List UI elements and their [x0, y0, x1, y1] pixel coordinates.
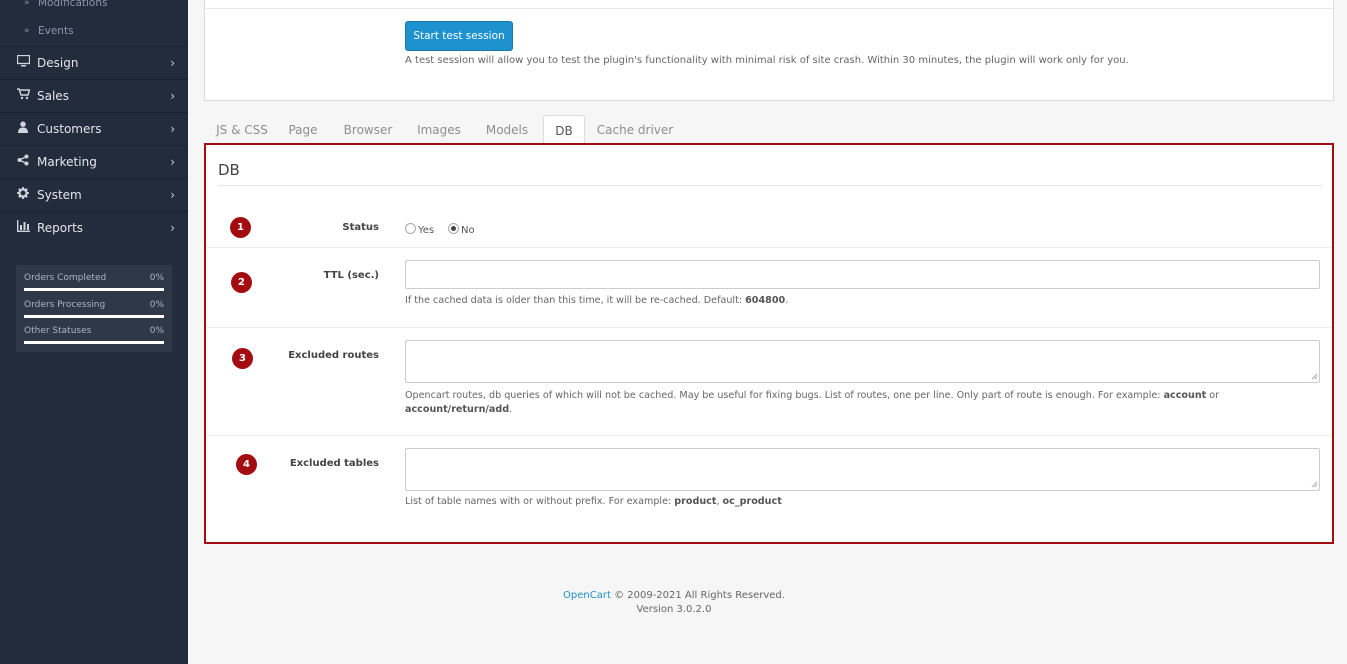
sidebar-item-reports[interactable]: Reports › [0, 211, 188, 244]
stat-orders-processing: Orders Processing 0% [24, 300, 164, 318]
sidebar-subitem-modifications[interactable]: » Modifications [0, 0, 188, 14]
monitor-icon [16, 47, 30, 79]
step-badge: 4 [236, 454, 257, 475]
chevron-right-icon: › [170, 188, 175, 202]
status-label: Status [342, 222, 379, 233]
progress-bar [24, 341, 164, 344]
test-session-panel: Start test session A test session will a… [204, 0, 1334, 101]
step-badge: 1 [230, 217, 251, 238]
excluded-tables-help: List of table names with or without pref… [405, 496, 782, 507]
gear-icon [16, 179, 30, 211]
row-divider [206, 247, 1332, 248]
excluded-tables-textarea[interactable] [405, 448, 1320, 491]
ttl-label: TTL (sec.) [323, 270, 379, 281]
footer: OpenCart © 2009-2021 All Rights Reserved… [563, 590, 785, 615]
start-test-session-button[interactable]: Start test session [405, 21, 513, 51]
tab-db[interactable]: DB [543, 115, 585, 145]
sidebar-item-marketing[interactable]: Marketing › [0, 145, 188, 178]
double-chevron-right-icon: » [24, 0, 30, 8]
ttl-help: If the cached data is older than this ti… [405, 295, 789, 306]
stat-other-statuses: Other Statuses 0% [24, 326, 164, 344]
sidebar-subitem-events[interactable]: » Events [0, 20, 188, 42]
sidebar-item-system[interactable]: System › [0, 178, 188, 211]
version-text: Version 3.0.2.0 [636, 604, 712, 615]
user-icon [16, 113, 30, 145]
row-divider [206, 435, 1332, 436]
excluded-tables-label: Excluded tables [289, 458, 379, 469]
tab-js-css[interactable]: JS & CSS [208, 115, 276, 143]
double-chevron-right-icon: » [24, 26, 30, 36]
sidebar-item-customers[interactable]: Customers › [0, 112, 188, 145]
excluded-routes-textarea[interactable] [405, 340, 1320, 383]
chevron-right-icon: › [170, 221, 175, 235]
chevron-right-icon: › [170, 56, 175, 70]
excluded-routes-help: Opencart routes, db queries of which wil… [405, 390, 1220, 415]
opencart-link[interactable]: OpenCart [563, 590, 611, 601]
progress-bar [24, 288, 164, 291]
bar-chart-icon [16, 212, 30, 244]
section-title: DB [218, 161, 240, 179]
tab-browser[interactable]: Browser [338, 115, 398, 143]
divider [205, 8, 1333, 9]
radio-circle [448, 223, 459, 234]
radio-circle [405, 223, 416, 234]
divider [218, 185, 1322, 186]
db-settings-panel: DB 1 Status Yes No 2 TTL (sec.) If the c… [204, 143, 1334, 544]
tab-cache-driver[interactable]: Cache driver [596, 115, 674, 143]
step-badge: 2 [231, 272, 252, 293]
excluded-routes-label: Excluded routes [288, 350, 379, 361]
sidebar-item-sales[interactable]: Sales › [0, 79, 188, 112]
cart-icon [16, 80, 30, 112]
tab-page[interactable]: Page [282, 115, 324, 143]
share-icon [16, 146, 30, 178]
ttl-input[interactable] [405, 260, 1320, 289]
order-stats-panel: Orders Completed 0% Orders Processing 0%… [16, 265, 172, 352]
tab-images[interactable]: Images [412, 115, 466, 143]
tab-models[interactable]: Models [480, 115, 534, 143]
chevron-right-icon: › [170, 89, 175, 103]
settings-tabs: JS & CSS Page Browser Images Models DB C… [204, 115, 1334, 145]
chevron-right-icon: › [170, 122, 175, 136]
step-badge: 3 [232, 348, 253, 369]
stat-orders-completed: Orders Completed 0% [24, 273, 164, 291]
sidebar-item-design[interactable]: Design › [0, 46, 188, 79]
resize-handle-icon[interactable] [1311, 481, 1318, 488]
progress-bar [24, 315, 164, 318]
test-session-help: A test session will allow you to test th… [405, 55, 1129, 66]
chevron-right-icon: › [170, 155, 175, 169]
status-yes-radio[interactable]: Yes [405, 223, 434, 236]
row-divider [206, 327, 1332, 328]
resize-handle-icon[interactable] [1311, 373, 1318, 380]
sidebar: » Modifications » Events Design › Sales … [0, 0, 188, 664]
status-no-radio[interactable]: No [448, 223, 475, 236]
